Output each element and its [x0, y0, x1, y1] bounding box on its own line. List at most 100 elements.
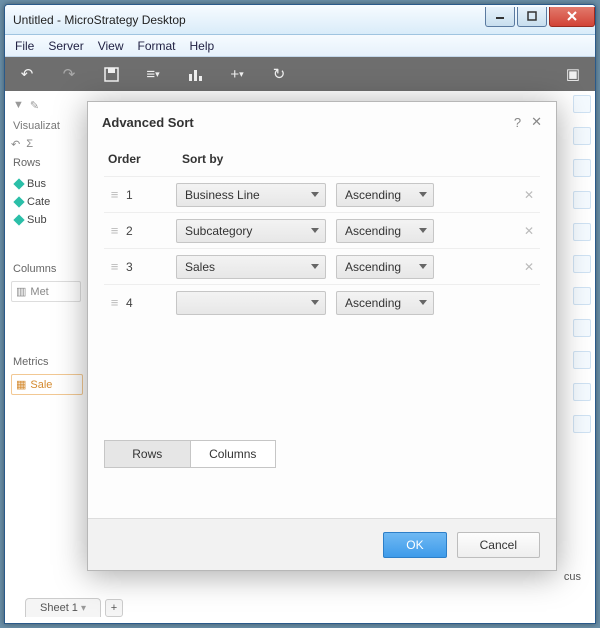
metrics-section-label: Metrics: [7, 352, 87, 372]
sales-icon: ▦: [16, 378, 26, 391]
app-window: Untitled - MicroStrategy Desktop File Se…: [4, 4, 596, 624]
menu-server[interactable]: Server: [48, 39, 83, 53]
add-icon[interactable]: +▾: [227, 64, 247, 84]
chevron-down-icon: [311, 300, 319, 305]
titlebar[interactable]: Untitled - MicroStrategy Desktop: [5, 5, 595, 35]
layout-icon[interactable]: ▣: [563, 64, 583, 84]
viz-type-icon[interactable]: [573, 95, 591, 113]
chevron-down-icon: [419, 228, 427, 233]
viz-type-icon[interactable]: [573, 223, 591, 241]
window-title: Untitled - MicroStrategy Desktop: [13, 13, 483, 27]
drag-handle-icon[interactable]: ≡: [104, 259, 126, 274]
viz-header: Visualizat: [7, 116, 87, 136]
add-sheet-button[interactable]: +: [105, 599, 123, 617]
chevron-down-icon: [419, 192, 427, 197]
row-chip[interactable]: Bus: [11, 175, 83, 193]
viz-type-icon[interactable]: [573, 415, 591, 433]
order-number: 2: [126, 224, 176, 238]
left-panel: ▼✎ Visualizat ↶Σ Rows Bus Cate Sub Colum…: [7, 95, 87, 397]
drag-handle-icon[interactable]: ≡: [104, 187, 126, 202]
order-number: 1: [126, 188, 176, 202]
row-chip[interactable]: Sub: [11, 211, 83, 229]
chevron-down-icon: [311, 192, 319, 197]
viz-type-icon[interactable]: [573, 191, 591, 209]
save-icon[interactable]: [101, 64, 121, 84]
help-icon[interactable]: ?: [514, 115, 521, 130]
sortby-header: Sort by: [176, 152, 540, 166]
remove-row-button[interactable]: ✕: [434, 224, 540, 238]
viz-type-icon[interactable]: [573, 287, 591, 305]
drag-handle-icon[interactable]: ≡: [104, 295, 126, 310]
viz-type-icon[interactable]: [573, 127, 591, 145]
chevron-down-icon: [419, 264, 427, 269]
rows-columns-toggle: Rows Columns: [104, 440, 276, 468]
ok-button[interactable]: OK: [383, 532, 446, 558]
remove-row-button[interactable]: ✕: [434, 260, 540, 274]
viz-gallery: [571, 95, 593, 433]
order-number: 4: [126, 296, 176, 310]
sortby-dropdown[interactable]: Sales: [176, 255, 326, 279]
dialog-title: Advanced Sort: [102, 115, 194, 130]
menu-format[interactable]: Format: [137, 39, 175, 53]
viz-type-icon[interactable]: [573, 159, 591, 177]
menu-file[interactable]: File: [15, 39, 34, 53]
menubar: File Server View Format Help: [5, 35, 595, 57]
direction-dropdown[interactable]: Ascending: [336, 183, 434, 207]
order-header: Order: [104, 152, 176, 166]
sortby-dropdown[interactable]: [176, 291, 326, 315]
chevron-down-icon: [311, 264, 319, 269]
sheet-tab[interactable]: Sheet 1 ▾: [25, 598, 101, 617]
data-icon[interactable]: ≡▾: [143, 64, 163, 84]
filter-icon[interactable]: ▼: [13, 99, 24, 112]
drag-handle-icon[interactable]: ≡: [104, 223, 126, 238]
chevron-down-icon: [419, 300, 427, 305]
direction-dropdown[interactable]: Ascending: [336, 291, 434, 315]
order-number: 3: [126, 260, 176, 274]
viz-type-icon[interactable]: [573, 383, 591, 401]
cancel-button[interactable]: Cancel: [457, 532, 540, 558]
sortby-dropdown[interactable]: Business Line: [176, 183, 326, 207]
minimize-button[interactable]: [485, 7, 515, 27]
sort-row: ≡ 2 Subcategory Ascending ✕: [104, 212, 540, 248]
chart-icon[interactable]: [185, 64, 205, 84]
viz-type-icon[interactable]: [573, 255, 591, 273]
chevron-down-icon[interactable]: ▾: [81, 603, 86, 614]
metric-chip[interactable]: ▦Sale: [11, 374, 83, 395]
close-button[interactable]: [549, 7, 595, 27]
diamond-icon: [13, 214, 24, 225]
row-chip[interactable]: Cate: [11, 193, 83, 211]
menu-help[interactable]: Help: [190, 39, 215, 53]
close-icon[interactable]: ✕: [531, 114, 542, 130]
sortby-dropdown[interactable]: Subcategory: [176, 219, 326, 243]
column-headers: Order Sort by: [104, 146, 540, 176]
advanced-sort-dialog: Advanced Sort ? ✕ Order Sort by ≡ 1 Busi…: [87, 101, 557, 571]
redo-icon[interactable]: ↷: [59, 64, 79, 84]
direction-dropdown[interactable]: Ascending: [336, 255, 434, 279]
refresh-icon[interactable]: ↻: [269, 64, 289, 84]
toggle-columns[interactable]: Columns: [191, 441, 276, 467]
menu-view[interactable]: View: [98, 39, 124, 53]
cus-label: cus: [564, 571, 581, 583]
editor-icon[interactable]: ✎: [30, 99, 39, 112]
undo-icon[interactable]: ↶: [17, 64, 37, 84]
window-buttons: [483, 7, 595, 29]
maximize-button[interactable]: [517, 7, 547, 27]
toggle-rows[interactable]: Rows: [105, 441, 191, 467]
dialog-body: Order Sort by ≡ 1 Business Line Ascendin…: [88, 138, 556, 518]
viz-type-icon[interactable]: [573, 351, 591, 369]
remove-row-button[interactable]: ✕: [434, 188, 540, 202]
column-chip[interactable]: ▥Met: [11, 281, 81, 302]
undo-small-icon[interactable]: ↶: [11, 138, 20, 151]
diamond-icon: [13, 196, 24, 207]
viz-type-icon[interactable]: [573, 319, 591, 337]
dialog-titlebar[interactable]: Advanced Sort ? ✕: [88, 102, 556, 138]
dialog-footer: OK Cancel: [88, 518, 556, 570]
sigma-icon[interactable]: Σ: [26, 138, 33, 151]
sheet-tabs: Sheet 1 ▾ +: [25, 598, 123, 617]
chevron-down-icon: [311, 228, 319, 233]
diamond-icon: [13, 178, 24, 189]
toolbar: ↶ ↷ ≡▾ +▾ ↻ ▣: [5, 57, 595, 91]
columns-section-label: Columns: [7, 259, 87, 279]
metric-icon: ▥: [16, 285, 26, 298]
direction-dropdown[interactable]: Ascending: [336, 219, 434, 243]
